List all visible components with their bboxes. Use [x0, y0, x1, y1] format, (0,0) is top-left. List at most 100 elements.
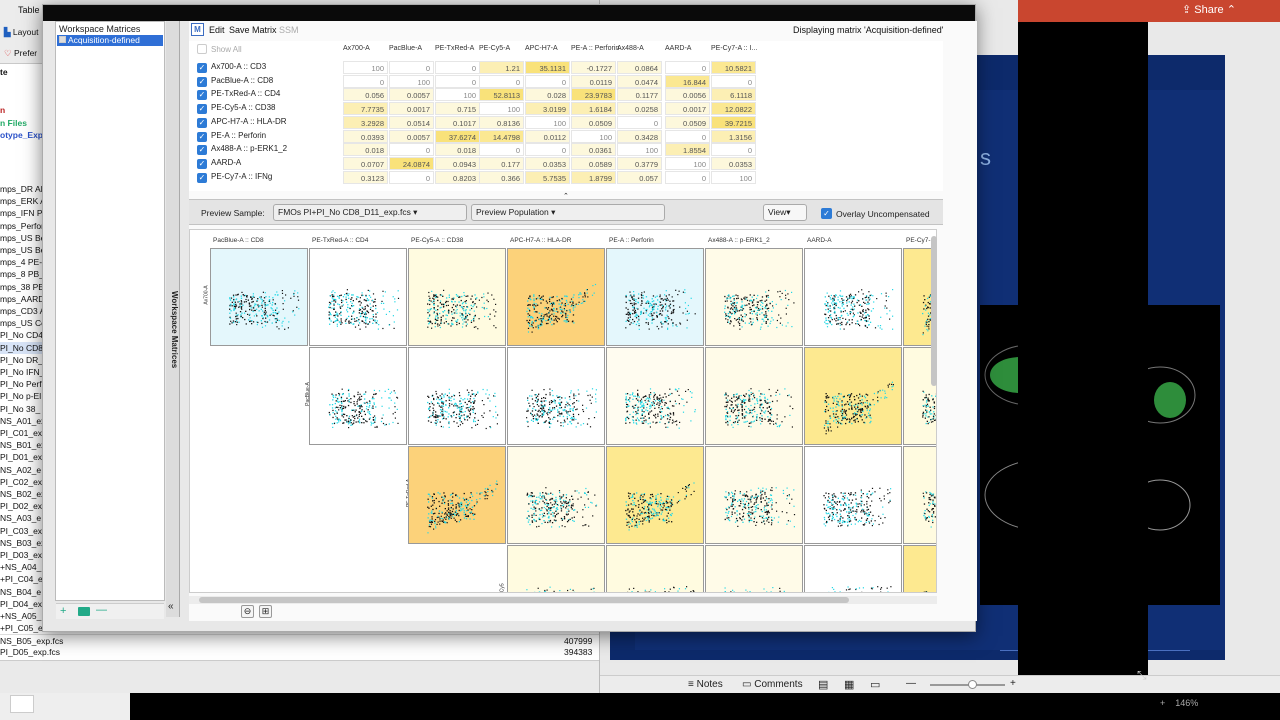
- background-file-row[interactable]: NS_A03_e: [0, 512, 41, 524]
- row-checkbox[interactable]: ✓: [197, 90, 207, 101]
- matrix-cell[interactable]: 0: [479, 74, 524, 88]
- matrix-cell[interactable]: 0.018: [435, 143, 480, 157]
- background-file-row[interactable]: PI_D03_exp: [0, 549, 47, 561]
- add-button[interactable]: +: [60, 605, 66, 617]
- matrix-cell[interactable]: 24.0874: [389, 156, 434, 170]
- matrix-cell[interactable]: 0: [389, 170, 434, 184]
- matrix-cell[interactable]: 0: [665, 170, 710, 184]
- thumbnail-icon[interactable]: [10, 695, 34, 713]
- background-file-row[interactable]: PI_No p-El: [0, 390, 41, 402]
- workspace-matrices-tab[interactable]: Workspace Matrices: [166, 21, 180, 617]
- preview-plot[interactable]: [903, 446, 936, 544]
- remove-button[interactable]: —: [96, 604, 107, 616]
- background-file-row[interactable]: PI_No DR_: [0, 354, 43, 366]
- preview-population-select[interactable]: Preview Population ▾: [471, 204, 665, 221]
- background-file-row[interactable]: NS_B05_exp.fcs 407999: [0, 634, 599, 646]
- zoom-out-icon[interactable]: ⊖: [241, 605, 254, 618]
- share-button[interactable]: ⇪ Share ⌃: [1182, 3, 1236, 16]
- preview-plot[interactable]: [804, 248, 902, 346]
- background-sidebar-label[interactable]: n Files: [0, 117, 27, 129]
- matrix-cell[interactable]: 0.715: [435, 102, 480, 116]
- preview-plot[interactable]: [804, 347, 902, 445]
- preview-plot[interactable]: [507, 248, 605, 346]
- preview-plot[interactable]: [804, 545, 902, 592]
- view-menu-button[interactable]: View▾: [763, 204, 807, 221]
- matrix-cell[interactable]: 0: [389, 143, 434, 157]
- matrix-cell[interactable]: 100: [389, 74, 434, 88]
- matrix-cell[interactable]: 3.0199: [525, 102, 570, 116]
- matrix-cell[interactable]: 39.7215: [711, 115, 756, 129]
- background-tab-table[interactable]: Table: [18, 4, 40, 16]
- matrix-cell[interactable]: 0.0509: [665, 115, 710, 129]
- matrix-cell[interactable]: 0: [665, 61, 710, 74]
- matrix-cell[interactable]: 7.7735: [343, 102, 388, 116]
- matrix-cell[interactable]: 1.8554: [665, 143, 710, 157]
- background-file-row[interactable]: PI_D05_exp.fcs 394383: [0, 646, 599, 658]
- matrix-cell[interactable]: 0.0393: [343, 129, 388, 143]
- background-file-row[interactable]: PI_C02_ex: [0, 476, 42, 488]
- matrix-cell[interactable]: 0.0017: [389, 102, 434, 116]
- matrix-cell[interactable]: 0.0353: [525, 156, 570, 170]
- matrix-cell[interactable]: 100: [617, 143, 662, 157]
- preview-plot[interactable]: [408, 347, 506, 445]
- matrix-cell[interactable]: 0: [343, 74, 388, 88]
- dialog-title-bar[interactable]: [43, 5, 975, 21]
- matrix-cell[interactable]: 0: [525, 74, 570, 88]
- matrix-cell[interactable]: 1.21: [479, 61, 524, 74]
- matrix-cell[interactable]: 0.057: [617, 170, 662, 184]
- matrix-cell[interactable]: 100: [435, 88, 480, 102]
- matrix-cell[interactable]: 6.1118: [711, 88, 756, 102]
- matrix-cell[interactable]: 0.3123: [343, 170, 388, 184]
- background-file-row[interactable]: PI_No 38_: [0, 403, 40, 415]
- view-normal-icon[interactable]: ▤: [818, 678, 828, 691]
- preview-sample-select[interactable]: FMOs PI+PI_No CD8_D11_exp.fcs ▾: [273, 204, 467, 221]
- preview-plot[interactable]: [705, 248, 803, 346]
- matrix-cell[interactable]: 0.3428: [617, 129, 662, 143]
- background-file-row[interactable]: PI_D02_exp: [0, 500, 47, 512]
- background-file-row[interactable]: mps_4 PE-T: [0, 256, 47, 268]
- matrix-cell[interactable]: 52.8113: [479, 88, 524, 102]
- matrix-cell[interactable]: 37.6274: [435, 129, 480, 143]
- matrix-cell[interactable]: 100: [571, 129, 616, 143]
- matrix-cell[interactable]: 5.7535: [525, 170, 570, 184]
- matrix-cell[interactable]: 0: [525, 143, 570, 157]
- ssm-button[interactable]: SSM: [279, 25, 299, 35]
- row-checkbox[interactable]: ✓: [197, 158, 207, 169]
- row-checkbox[interactable]: ✓: [197, 104, 207, 115]
- horizontal-scrollbar[interactable]: [189, 596, 937, 604]
- matrix-cell[interactable]: -0.1727: [571, 61, 616, 74]
- zoom-in-icon[interactable]: ⊞: [259, 605, 272, 618]
- matrix-cell[interactable]: 0.0057: [389, 129, 434, 143]
- background-file-row[interactable]: mps_ERK A: [0, 195, 46, 207]
- background-file-row[interactable]: NS_A02_e: [0, 464, 41, 476]
- row-checkbox[interactable]: ✓: [197, 117, 207, 128]
- background-file-row[interactable]: +PI_C04_e: [0, 573, 43, 585]
- overlay-uncompensated-checkbox[interactable]: ✓: [821, 208, 832, 219]
- matrix-cell[interactable]: 0.8136: [479, 115, 524, 129]
- preview-plot[interactable]: [606, 347, 704, 445]
- matrix-cell[interactable]: 12.0822: [711, 102, 756, 116]
- matrix-cell[interactable]: 0.0514: [389, 115, 434, 129]
- row-checkbox[interactable]: ✓: [197, 131, 207, 142]
- matrix-cell[interactable]: 23.9783: [571, 88, 616, 102]
- matrix-cell[interactable]: 0: [435, 74, 480, 88]
- matrix-cell[interactable]: 0.0353: [711, 156, 756, 170]
- preview-plot[interactable]: [507, 446, 605, 544]
- preview-plot[interactable]: [705, 446, 803, 544]
- background-sidebar-label[interactable]: te: [0, 66, 8, 78]
- background-file-row[interactable]: NS_A01_ex: [0, 415, 45, 427]
- matrix-cell[interactable]: 35.1131: [525, 61, 570, 74]
- background-file-row[interactable]: +NS_A05_: [0, 610, 41, 622]
- view-grid-icon[interactable]: ▦: [844, 678, 854, 691]
- background-file-row[interactable]: mps_38 PE-: [0, 281, 47, 293]
- save-matrix-button[interactable]: Save Matrix: [229, 25, 277, 35]
- zoom-in-button[interactable]: +: [1010, 678, 1016, 689]
- preview-plot[interactable]: [408, 446, 506, 544]
- background-item-preferences[interactable]: ♡ Prefer: [4, 47, 37, 59]
- background-file-row[interactable]: +PI_C05_e: [0, 622, 43, 634]
- matrix-cell[interactable]: 0.0112: [525, 129, 570, 143]
- matrix-cell[interactable]: 100: [711, 170, 756, 184]
- background-file-row[interactable]: mps_Perfor: [0, 220, 44, 232]
- preview-plot[interactable]: [606, 545, 704, 592]
- zoom-slider-thumb[interactable]: [968, 680, 977, 689]
